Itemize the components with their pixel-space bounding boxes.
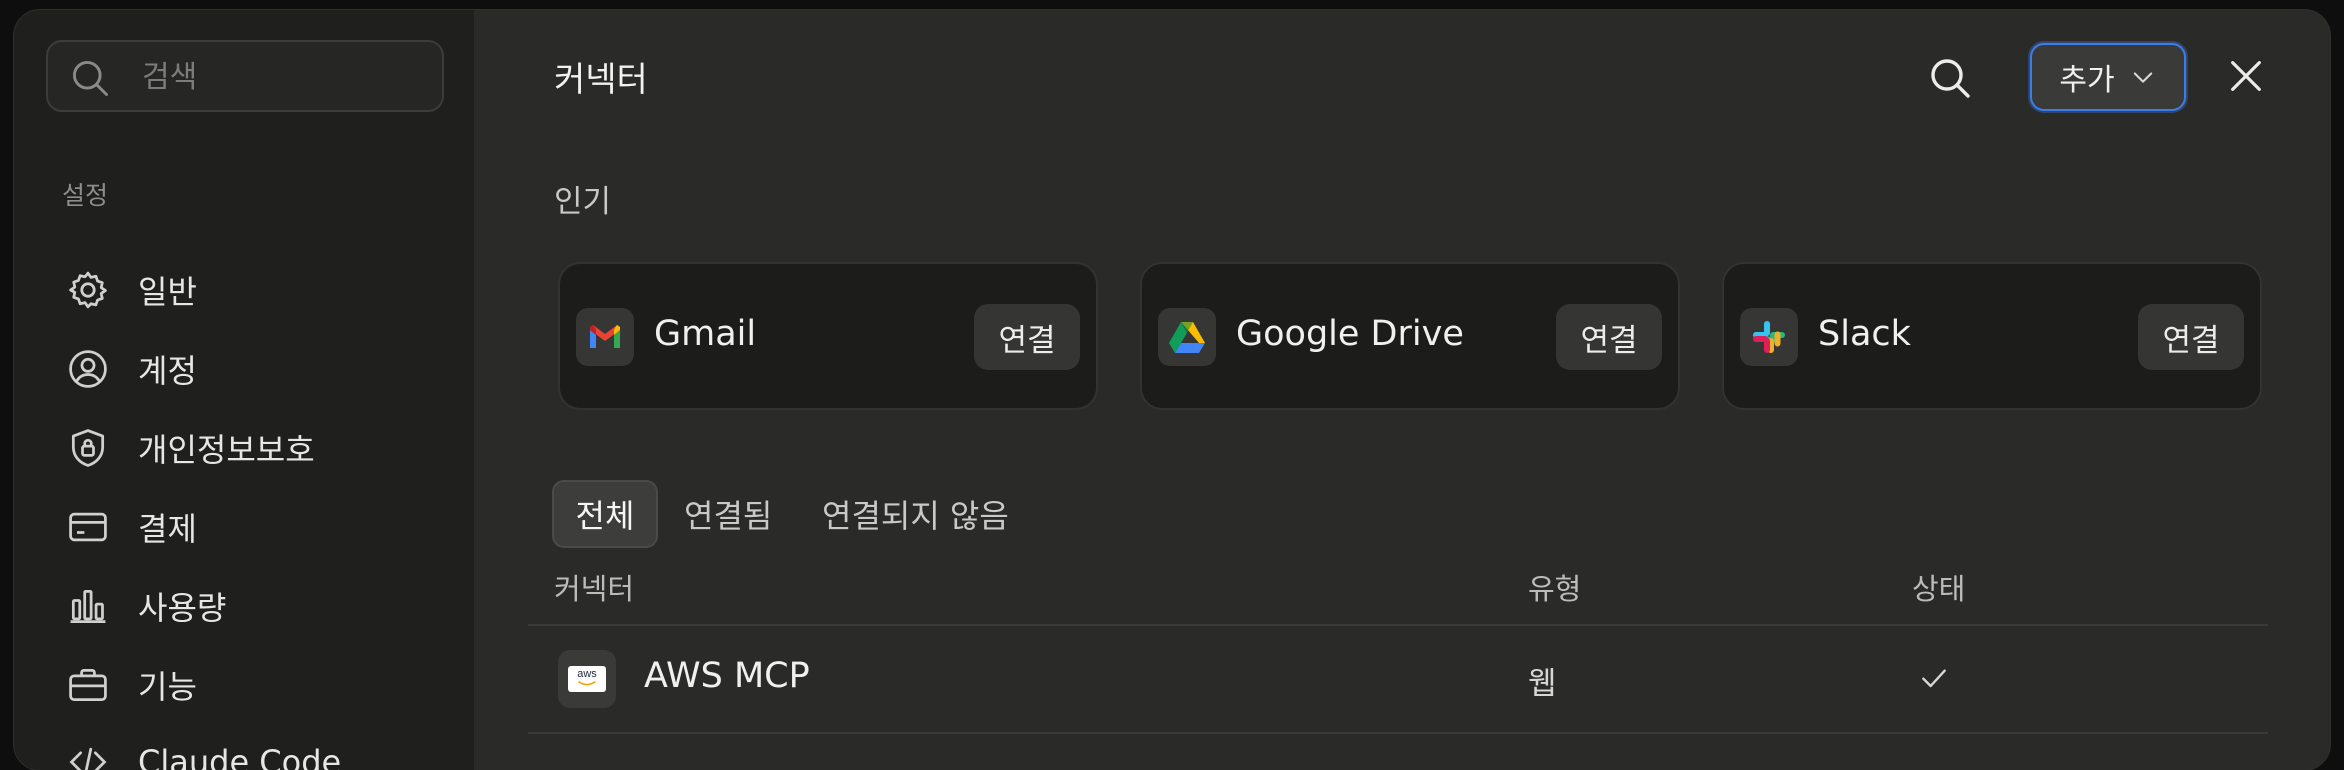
table-row-type: 웹 xyxy=(1528,666,1557,702)
tab-connected[interactable]: 연결됨 xyxy=(684,480,772,548)
chevron-down-icon xyxy=(2133,72,2152,83)
connector-name: Slack xyxy=(1818,314,1911,354)
sidebar-item-account[interactable]: 계정 xyxy=(52,337,452,401)
settings-sidebar: 설정 일반 계정 개인정보보호 결제 xyxy=(14,10,474,770)
credit-card-icon xyxy=(69,512,107,542)
add-button-label: 추가 xyxy=(2059,63,2115,98)
connector-name: Google Drive xyxy=(1236,314,1464,354)
column-header-status[interactable]: 상태 xyxy=(1912,566,1965,608)
connector-card-slack: Slack 연결 xyxy=(1722,262,2262,410)
table-row-name[interactable]: AWS MCP xyxy=(644,656,810,696)
sidebar-item-label: 결제 xyxy=(138,510,197,548)
gear-icon xyxy=(69,271,107,309)
code-icon xyxy=(69,747,107,770)
sidebar-search[interactable] xyxy=(46,40,444,112)
user-circle-icon xyxy=(69,350,107,388)
table-row-divider xyxy=(528,732,2268,734)
sidebar-item-privacy[interactable]: 개인정보보호 xyxy=(52,416,452,480)
sidebar-section-label: 설정 xyxy=(62,181,109,210)
connector-card-gmail: Gmail 연결 xyxy=(558,262,1098,410)
column-header-type[interactable]: 유형 xyxy=(1528,566,1581,608)
search-icon xyxy=(72,60,108,96)
close-icon[interactable] xyxy=(2226,56,2266,96)
check-icon xyxy=(1922,669,1946,688)
sidebar-search-input[interactable] xyxy=(140,42,434,112)
column-header-connector[interactable]: 커넥터 xyxy=(554,566,634,608)
sidebar-item-label: 개인정보보호 xyxy=(138,431,315,469)
page-title: 커넥터 xyxy=(554,60,648,100)
sidebar-item-label: 일반 xyxy=(138,273,197,311)
search-icon[interactable] xyxy=(1926,54,1974,102)
add-button[interactable]: 추가 xyxy=(2030,43,2186,111)
sidebar-item-features[interactable]: 기능 xyxy=(52,653,452,717)
sidebar-item-claude-code[interactable]: Claude Code xyxy=(52,730,452,770)
sidebar-item-general[interactable]: 일반 xyxy=(52,258,452,322)
connector-name: Gmail xyxy=(654,314,757,354)
connector-card-google-drive: Google Drive 연결 xyxy=(1140,262,1680,410)
sidebar-item-usage[interactable]: 사용량 xyxy=(52,574,452,638)
bar-chart-icon xyxy=(70,589,106,623)
connectors-dialog: 설정 일반 계정 개인정보보호 결제 xyxy=(14,10,2330,770)
tab-all[interactable]: 전체 xyxy=(552,480,658,548)
popular-section-label: 인기 xyxy=(554,184,612,220)
connectors-main: 커넥터 추가 인기 Gmail 연결 Google Drive 연결 Slack… xyxy=(474,10,2330,770)
connect-button-google-drive[interactable]: 연결 xyxy=(1556,304,1662,370)
sidebar-item-label: 기능 xyxy=(138,668,197,706)
sidebar-item-label: 계정 xyxy=(138,352,197,390)
sidebar-item-billing[interactable]: 결제 xyxy=(52,495,452,559)
tab-not-connected[interactable]: 연결되지 않음 xyxy=(822,480,1009,548)
aws-logo-text: aws xyxy=(577,668,597,680)
shield-lock-icon xyxy=(71,429,105,467)
sidebar-item-label: 사용량 xyxy=(138,589,227,627)
sidebar-item-label: Claude Code xyxy=(138,743,342,770)
table-header-divider xyxy=(528,624,2268,626)
briefcase-icon xyxy=(69,668,107,702)
aws-logo: aws xyxy=(558,650,616,708)
slack-icon xyxy=(1740,308,1798,366)
connect-button-gmail[interactable]: 연결 xyxy=(974,304,1080,370)
google-drive-icon xyxy=(1158,308,1216,366)
connect-button-slack[interactable]: 연결 xyxy=(2138,304,2244,370)
gmail-icon xyxy=(576,308,634,366)
